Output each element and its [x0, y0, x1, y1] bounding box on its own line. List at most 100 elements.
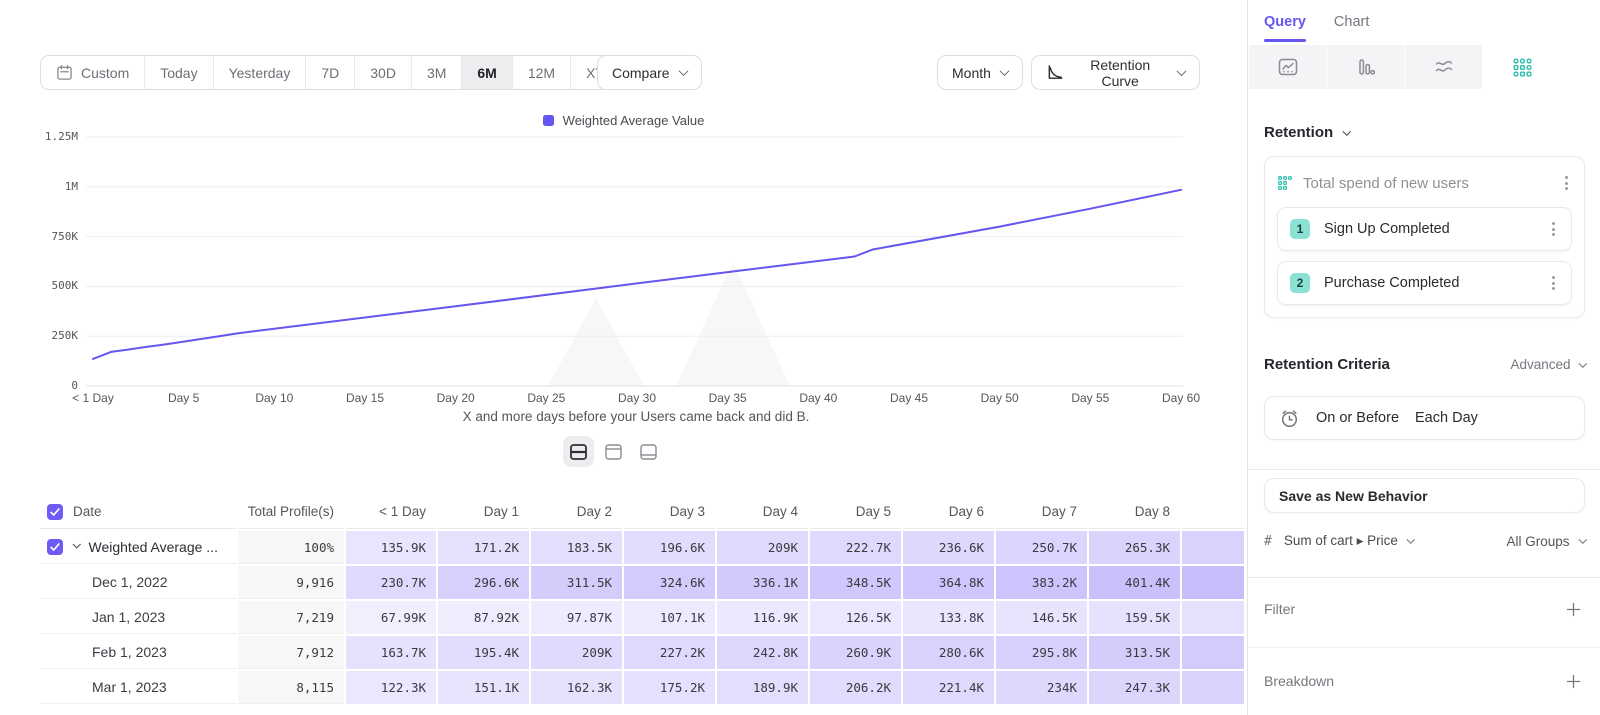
split-view-button[interactable]	[563, 436, 594, 467]
date-cell: Dec 1, 2022	[40, 566, 236, 599]
retention-criteria-header: Retention Criteria Advanced	[1264, 356, 1585, 373]
retention-cell-day-6: 221.4K	[903, 671, 994, 704]
add-breakdown-button[interactable]	[1561, 669, 1585, 693]
chart-only-button[interactable]	[598, 436, 629, 467]
retention-mini-icon	[1277, 175, 1293, 191]
retention-cell-day-7: 234K	[996, 671, 1087, 704]
retention-cell-day-8: 313.5K	[1089, 636, 1180, 669]
add-filter-button[interactable]	[1561, 597, 1585, 621]
retention-cell-day-0: 67.99K	[346, 601, 436, 634]
y-tick-label: 500K	[16, 279, 78, 292]
property-selector[interactable]: Sum of cart ▸ Price	[1284, 533, 1495, 549]
criteria-interval-dropdown[interactable]: Each Day	[1415, 410, 1478, 426]
date-cell: Jan 1, 2023	[40, 601, 236, 634]
retention-chart: 1.25M1M750K500K250K0 < 1 DayDay 5Day 10D…	[0, 0, 1247, 470]
query-panel: Query Chart	[1247, 0, 1600, 715]
retention-cell-day-4: 209K	[717, 531, 808, 564]
behavior-card: Total spend of new users 1Sign Up Comple…	[1264, 156, 1585, 318]
retention-cell-day-1: 296.6K	[438, 566, 529, 599]
divider	[1248, 469, 1600, 470]
row-checkbox[interactable]	[47, 539, 63, 555]
x-tick-label: Day 60	[1136, 391, 1226, 405]
date-cell: Weighted Average ...	[40, 531, 236, 564]
retention-cell-day-6: 280.6K	[903, 636, 994, 669]
breakdown-label: Breakdown	[1264, 673, 1334, 689]
retention-cell-partial	[1182, 671, 1244, 704]
expand-row-chevron[interactable]	[73, 540, 81, 548]
column-header-day-6: Day 6	[903, 495, 994, 529]
save-behavior-button[interactable]: Save as New Behavior	[1264, 478, 1585, 513]
behavior-menu-button[interactable]	[1561, 172, 1572, 194]
retention-cell-day-0: 122.3K	[346, 671, 436, 704]
retention-cell-day-8: 247.3K	[1089, 671, 1180, 704]
select-all-checkbox[interactable]	[47, 504, 63, 520]
table-row: Dec 1, 20229,916230.7K296.6K311.5K324.6K…	[40, 566, 1246, 599]
retention-chart-type-button[interactable]	[1483, 45, 1561, 89]
retention-cell-day-6: 133.8K	[903, 601, 994, 634]
groups-selector[interactable]: All Groups	[1506, 534, 1585, 549]
table-header-row: DateTotal Profile(s)< 1 DayDay 1Day 2Day…	[40, 495, 1246, 529]
retention-cell-day-1: 87.92K	[438, 601, 529, 634]
criteria-timing-dropdown[interactable]: On or Before	[1316, 410, 1399, 426]
panel-tabs: Query Chart	[1264, 0, 1369, 44]
retention-report: CustomTodayYesterday7D30D3M6M12MXTD Comp…	[0, 0, 1600, 715]
row-label: Feb 1, 2023	[92, 644, 167, 660]
total-profiles-cell: 9,916	[238, 566, 344, 599]
retention-cell-day-3: 227.2K	[624, 636, 715, 669]
retention-cell-day-4: 336.1K	[717, 566, 808, 599]
column-header-total-profile-s-: Total Profile(s)	[238, 495, 344, 529]
retention-cell-day-1: 171.2K	[438, 531, 529, 564]
chevron-down-icon	[1578, 359, 1586, 367]
criteria-card: On or Before Each Day	[1264, 396, 1585, 440]
retention-cell-day-4: 189.9K	[717, 671, 808, 704]
step-menu-button[interactable]	[1548, 272, 1559, 294]
retention-cell-day-2: 209K	[531, 636, 622, 669]
retention-cell-day-7: 295.8K	[996, 636, 1087, 669]
table-only-button[interactable]	[633, 436, 664, 467]
retention-cell-day-4: 116.9K	[717, 601, 808, 634]
retention-cell-day-3: 107.1K	[624, 601, 715, 634]
retention-cell-day-2: 162.3K	[531, 671, 622, 704]
retention-icon	[1512, 57, 1533, 78]
tab-chart[interactable]: Chart	[1334, 0, 1369, 44]
retention-cell-day-2: 97.87K	[531, 601, 622, 634]
retention-section-dropdown[interactable]: Retention	[1264, 124, 1350, 141]
row-label: Jan 1, 2023	[92, 609, 165, 625]
retention-cell-day-0: 230.7K	[346, 566, 436, 599]
criteria-mode-dropdown[interactable]: Advanced	[1510, 357, 1585, 372]
flows-icon	[1433, 57, 1455, 77]
funnels-chart-type-button[interactable]	[1327, 45, 1405, 89]
flows-chart-type-button[interactable]	[1405, 45, 1483, 89]
retention-cell-day-5: 206.2K	[810, 671, 901, 704]
table-row: Feb 1, 20237,912163.7K195.4K209K227.2K24…	[40, 636, 1246, 669]
retention-cell-day-8: 265.3K	[1089, 531, 1180, 564]
date-cell: Feb 1, 2023	[40, 636, 236, 669]
chevron-down-icon	[1407, 536, 1415, 544]
plus-icon	[1566, 674, 1581, 689]
retention-cell-day-7: 383.2K	[996, 566, 1087, 599]
y-tick-label: 1M	[16, 180, 78, 193]
retention-cell-day-8: 159.5K	[1089, 601, 1180, 634]
insights-chart-type-button[interactable]	[1249, 45, 1327, 89]
x-tick-label: < 1 Day	[48, 391, 138, 405]
behavior-step-2[interactable]: 2Purchase Completed	[1277, 261, 1572, 305]
retention-cell-day-5: 348.5K	[810, 566, 901, 599]
x-tick-label: Day 35	[683, 391, 773, 405]
retention-cell-day-0: 163.7K	[346, 636, 436, 669]
step-event-label: Purchase Completed	[1324, 275, 1534, 291]
retention-cell-day-4: 242.8K	[717, 636, 808, 669]
retention-cell-partial	[1182, 531, 1244, 564]
date-column-header: Date	[40, 495, 236, 529]
behavior-step-1[interactable]: 1Sign Up Completed	[1277, 207, 1572, 251]
date-cell: Mar 1, 2023	[40, 671, 236, 704]
step-menu-button[interactable]	[1548, 218, 1559, 240]
number-property-icon: #	[1264, 534, 1272, 549]
measurement-row: # Sum of cart ▸ Price All Groups	[1264, 526, 1585, 556]
column-header-day-5: Day 5	[810, 495, 901, 529]
chevron-down-icon	[1578, 536, 1586, 544]
tab-query[interactable]: Query	[1264, 0, 1306, 44]
retention-cell-day-3: 175.2K	[624, 671, 715, 704]
table-row: Jan 1, 20237,21967.99K87.92K97.87K107.1K…	[40, 601, 1246, 634]
retention-cell-day-7: 146.5K	[996, 601, 1087, 634]
x-tick-label: Day 5	[139, 391, 229, 405]
